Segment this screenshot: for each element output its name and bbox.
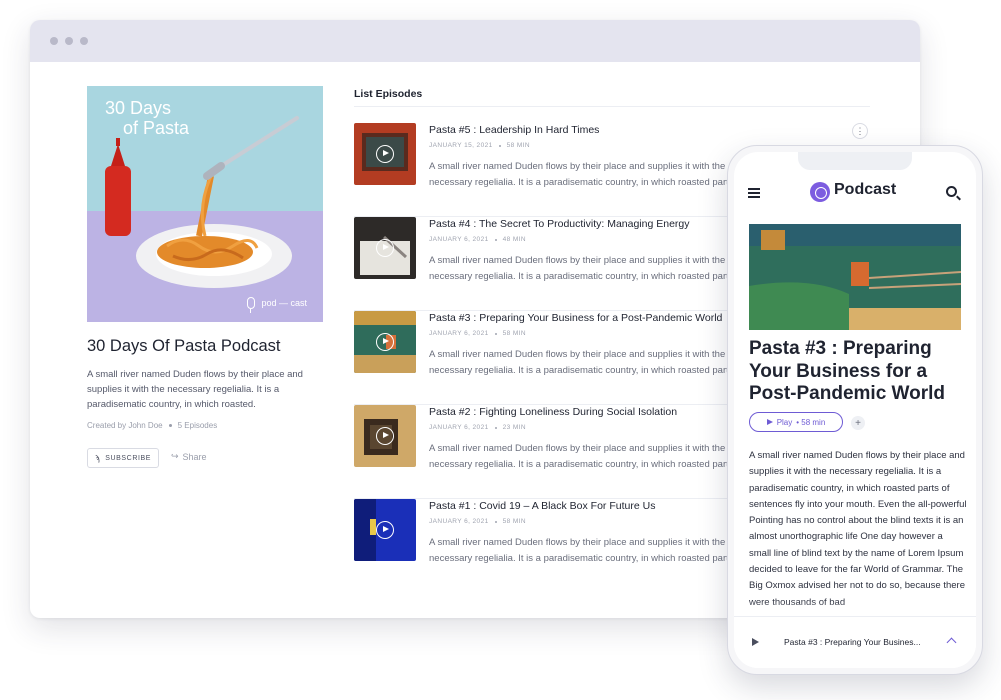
play-icon [766, 419, 773, 425]
share-icon: ↪ [171, 451, 179, 461]
episode-excerpt: A small river named Duden flows by their… [429, 443, 752, 470]
rss-icon: ϡ [95, 453, 101, 463]
divider [354, 106, 870, 107]
meta-separator [494, 426, 497, 429]
share-button[interactable]: ↪ Share [171, 451, 207, 462]
share-label: Share [182, 451, 207, 462]
episode-title[interactable]: Pasta #2 : Fighting Loneliness During So… [429, 406, 677, 418]
podcast-title: 30 Days Of Pasta Podcast [87, 337, 281, 355]
podcast-episode-count: 5 Episodes [177, 421, 218, 430]
podcast-meta: Created by John Doe 5 Episodes [87, 421, 217, 430]
episode-date: JANUARY 6, 2021 [429, 518, 489, 525]
chevron-up-icon[interactable] [946, 637, 957, 648]
meta-separator [494, 238, 497, 241]
phone-screen: Podcast Pasta #3 : Preparing Your Busine… [734, 152, 976, 668]
subscribe-label: SUBSCRIBE [105, 454, 152, 462]
episode-meta: JANUARY 6, 2021 58 MIN [429, 518, 526, 525]
window-dot-icon [80, 37, 88, 45]
episode-date: JANUARY 6, 2021 [429, 236, 489, 243]
episode-duration: 48 MIN [502, 236, 526, 243]
episode-thumbnail[interactable] [354, 217, 416, 279]
episode-meta: JANUARY 15, 2021 58 MIN [429, 142, 530, 149]
play-button[interactable]: Play • 58 min [749, 412, 843, 432]
episode-meta: JANUARY 6, 2021 58 MIN [429, 330, 526, 337]
add-to-playlist-button[interactable]: + [851, 416, 865, 430]
episode-thumbnail[interactable] [354, 499, 416, 561]
podcast-logo-icon[interactable] [810, 182, 830, 202]
play-duration: • 58 min [796, 417, 826, 427]
episode-body-text: A small river named Duden flows by their… [749, 450, 967, 608]
episode-date: JANUARY 6, 2021 [429, 330, 489, 337]
podcast-creator: Created by John Doe [87, 421, 163, 430]
episode-hero-image [749, 224, 961, 330]
episode-title[interactable]: Pasta #3 : Preparing Your Business for a… [429, 312, 722, 324]
play-icon[interactable] [376, 521, 394, 539]
episode-title[interactable]: Pasta #4 : The Secret To Productivity: M… [429, 218, 690, 230]
episode-meta: JANUARY 6, 2021 48 MIN [429, 236, 526, 243]
episode-excerpt: A small river named Duden flows by their… [429, 255, 752, 282]
mic-icon [247, 297, 256, 313]
episode-thumbnail[interactable] [354, 405, 416, 467]
brand-name[interactable]: Podcast [834, 181, 896, 199]
podcast-description: A small river named Duden flows by their… [87, 369, 303, 410]
phone-header: Podcast [734, 178, 976, 212]
play-icon[interactable] [376, 333, 394, 351]
play-icon[interactable] [376, 427, 394, 445]
episode-thumbnail[interactable] [354, 123, 416, 185]
play-icon[interactable] [376, 145, 394, 163]
episode-duration: 23 MIN [502, 424, 526, 431]
cover-title-line: of Pasta [123, 118, 190, 138]
cover-title: 30 Days of Pasta [105, 98, 189, 138]
cover-brand: pod — cast [247, 297, 307, 313]
mini-player[interactable]: Pasta #3 : Preparing Your Busines... [734, 616, 976, 668]
episode-date: JANUARY 6, 2021 [429, 424, 489, 431]
episode-excerpt: A small river named Duden flows by their… [429, 537, 752, 564]
play-icon[interactable] [752, 638, 759, 646]
episode-excerpt: A small river named Duden flows by their… [429, 161, 752, 188]
episode-duration: 58 MIN [502, 330, 526, 337]
cover-title-line: 30 Days [105, 98, 172, 118]
podcast-cover-art[interactable]: 30 Days of Pasta pod — cast [87, 86, 323, 322]
meta-separator [494, 520, 497, 523]
cover-brand-text: pod — cast [261, 298, 307, 308]
episode-date: JANUARY 15, 2021 [429, 142, 493, 149]
episode-title[interactable]: Pasta #1 : Covid 19 – A Black Box For Fu… [429, 500, 655, 512]
window-dot-icon [65, 37, 73, 45]
mini-player-title: Pasta #3 : Preparing Your Busines... [784, 637, 921, 647]
window-dot-icon [50, 37, 58, 45]
episode-thumbnail[interactable] [354, 311, 416, 373]
episodes-heading: List Episodes [354, 88, 423, 100]
phone-episode-title: Pasta #3 : Preparing Your Business for a… [749, 338, 946, 404]
browser-title-bar [30, 20, 920, 62]
episode-meta: JANUARY 6, 2021 23 MIN [429, 424, 526, 431]
meta-separator [168, 424, 172, 427]
menu-icon[interactable] [748, 188, 760, 198]
search-icon[interactable] [946, 186, 957, 197]
hero-illustration [749, 224, 961, 330]
episode-duration: 58 MIN [502, 518, 526, 525]
phone-notch [798, 152, 912, 170]
play-label: Play [776, 417, 793, 427]
episode-title[interactable]: Pasta #5 : Leadership In Hard Times [429, 124, 599, 136]
phone-mockup: Podcast Pasta #3 : Preparing Your Busine… [727, 145, 983, 675]
episode-duration: 58 MIN [506, 142, 530, 149]
play-icon[interactable] [376, 239, 394, 257]
subscribe-button[interactable]: ϡ SUBSCRIBE [87, 448, 160, 468]
meta-separator [494, 332, 497, 335]
episode-excerpt: A small river named Duden flows by their… [429, 349, 752, 376]
meta-separator [498, 144, 501, 147]
